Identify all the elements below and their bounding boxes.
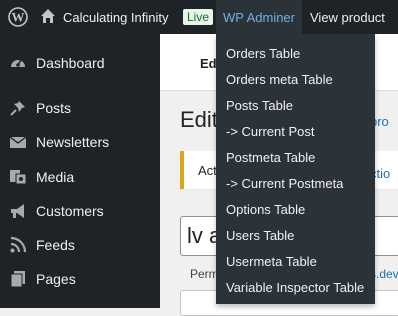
wordpress-logo-icon[interactable]: W bbox=[4, 0, 32, 34]
sidebar-item-customers[interactable]: Customers bbox=[0, 196, 160, 226]
admin-bar: W Calculating Infinity Live WP Adminer V… bbox=[0, 0, 398, 34]
menu-item-options-table[interactable]: Options Table bbox=[226, 196, 305, 222]
menu-item-postmeta-table[interactable]: Postmeta Table bbox=[226, 144, 315, 170]
sidebar-item-label: Pages bbox=[36, 271, 76, 287]
menu-item-users-table[interactable]: Users Table bbox=[226, 222, 294, 248]
live-status-badge: Live bbox=[183, 9, 214, 25]
site-name-link[interactable]: Calculating Infinity bbox=[40, 0, 169, 34]
page-title: Edit bbox=[180, 107, 218, 132]
megaphone-icon bbox=[8, 201, 28, 221]
sidebar-item-label: Dashboard bbox=[36, 55, 105, 71]
sidebar-item-posts[interactable]: Posts bbox=[0, 93, 160, 123]
sidebar-item-label: Media bbox=[36, 169, 75, 185]
sidebar-item-label: Posts bbox=[36, 100, 72, 116]
sidebar-item-label: Customers bbox=[36, 203, 104, 219]
site-title: Calculating Infinity bbox=[63, 9, 169, 25]
permalink-label: Perm bbox=[190, 267, 219, 281]
wp-adminer-dropdown: Orders Table Orders meta Table Posts Tab… bbox=[216, 34, 375, 304]
pushpin-icon bbox=[8, 98, 28, 118]
menu-item-orders-table[interactable]: Orders Table bbox=[226, 40, 300, 66]
menu-item-usermeta-table[interactable]: Usermeta Table bbox=[226, 248, 317, 274]
menu-item-orders-meta-table[interactable]: Orders meta Table bbox=[226, 66, 333, 92]
page-icon bbox=[8, 269, 28, 289]
edit-tab[interactable]: Ed bbox=[200, 56, 217, 71]
rss-icon bbox=[8, 235, 28, 255]
home-icon bbox=[40, 8, 56, 27]
svg-text:W: W bbox=[12, 10, 25, 25]
notice-text: Act bbox=[198, 163, 217, 178]
admin-sidebar: Dashboard Posts Newsletters Media Custom… bbox=[0, 34, 160, 308]
view-product-link[interactable]: View product bbox=[310, 0, 385, 34]
sidebar-item-pages[interactable]: Pages bbox=[0, 264, 160, 294]
menu-item-current-post[interactable]: -> Current Post bbox=[226, 118, 315, 144]
media-icon bbox=[8, 167, 28, 187]
sidebar-item-label: Newsletters bbox=[36, 134, 110, 150]
sidebar-item-feeds[interactable]: Feeds bbox=[0, 230, 160, 260]
envelope-icon bbox=[8, 132, 28, 152]
sidebar-item-newsletters[interactable]: Newsletters bbox=[0, 127, 160, 157]
sidebar-item-label: Feeds bbox=[36, 237, 75, 253]
menu-item-variable-inspector[interactable]: Variable Inspector Table bbox=[226, 274, 364, 300]
wp-adminer-menu-button[interactable]: WP Adminer bbox=[216, 0, 302, 34]
sidebar-item-media[interactable]: Media bbox=[0, 162, 160, 192]
dashboard-icon bbox=[8, 53, 28, 73]
sidebar-item-dashboard[interactable]: Dashboard bbox=[0, 48, 160, 78]
menu-item-posts-table[interactable]: Posts Table bbox=[226, 92, 293, 118]
menu-item-current-postmeta[interactable]: -> Current Postmeta bbox=[226, 170, 343, 196]
